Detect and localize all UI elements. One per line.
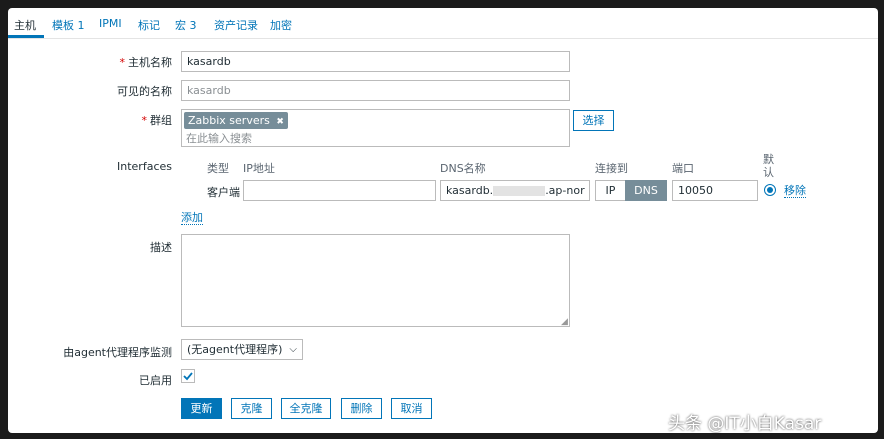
clone-button[interactable]: 克隆 xyxy=(231,398,272,419)
cancel-button[interactable]: 取消 xyxy=(391,398,432,419)
iface-ip-input[interactable] xyxy=(243,180,436,201)
iface-dns-input[interactable]: kasardb. .ap-nor xyxy=(440,180,590,201)
iface-add-link[interactable]: 添加 xyxy=(181,211,203,225)
groups-search-placeholder[interactable]: 在此输入搜索 xyxy=(186,130,252,146)
iface-header-port: 端口 xyxy=(672,162,694,175)
watermark: 头条 @IT小白Kasar xyxy=(668,414,822,434)
proxy-label: 由agent代理程序监测 xyxy=(63,346,172,359)
tab-host[interactable]: 主机 xyxy=(14,17,36,33)
connect-ip-toggle[interactable]: IP xyxy=(595,180,626,201)
delete-button[interactable]: 删除 xyxy=(341,398,382,419)
radio-dot-icon xyxy=(767,187,773,193)
tab-macros[interactable]: 宏 3 xyxy=(175,17,197,33)
iface-remove-link[interactable]: 移除 xyxy=(784,184,806,198)
interfaces-label: Interfaces xyxy=(117,160,172,173)
proxy-select[interactable]: (无agent代理程序) ⌵ xyxy=(181,339,303,360)
required-mark: * xyxy=(119,56,126,69)
tab-bar: 主机 模板 1 IPMI 标记 宏 3 资产记录 加密 xyxy=(8,8,878,39)
description-textarea[interactable] xyxy=(181,234,570,327)
tab-ipmi[interactable]: IPMI xyxy=(99,17,122,30)
connect-dns-toggle[interactable]: DNS xyxy=(625,180,667,201)
iface-header-connect: 连接到 xyxy=(595,162,628,175)
host-edit-panel: 主机 模板 1 IPMI 标记 宏 3 资产记录 加密 * 主机名称 kasard… xyxy=(8,8,878,433)
tab-tags[interactable]: 标记 xyxy=(138,17,160,33)
iface-header-type: 类型 xyxy=(207,162,229,175)
groups-label: * 群组 xyxy=(141,114,173,127)
active-tab-indicator xyxy=(8,35,44,38)
default-radio[interactable] xyxy=(764,184,776,196)
redacted-blur xyxy=(493,186,546,196)
check-icon xyxy=(183,372,193,381)
iface-header-dns: DNS名称 xyxy=(440,162,486,175)
groups-select-button[interactable]: 选择 xyxy=(573,110,614,131)
host-name-label: * 主机名称 xyxy=(119,56,173,69)
enabled-checkbox[interactable] xyxy=(181,369,195,383)
iface-type: 客户端 xyxy=(207,186,240,199)
visible-name-label: 可见的名称 xyxy=(117,85,172,98)
full-clone-button[interactable]: 全克隆 xyxy=(281,398,331,419)
host-name-input[interactable]: kasardb xyxy=(181,51,570,72)
chevron-down-icon: ⌵ xyxy=(289,344,297,355)
enabled-label: 已启用 xyxy=(139,374,172,387)
tab-encryption[interactable]: 加密 xyxy=(270,17,292,33)
visible-name-input[interactable]: kasardb xyxy=(181,80,570,101)
group-tag-zabbix-servers: Zabbix servers ✖ xyxy=(184,112,288,129)
iface-header-default: 默认 xyxy=(763,153,774,179)
update-button[interactable]: 更新 xyxy=(181,398,222,419)
tab-templates[interactable]: 模板 1 xyxy=(52,17,85,33)
resize-handle-icon[interactable]: ◢ xyxy=(561,318,568,327)
iface-header-ip: IP地址 xyxy=(243,162,275,175)
description-label: 描述 xyxy=(150,241,172,254)
tab-inventory[interactable]: 资产记录 xyxy=(214,17,258,33)
remove-tag-icon[interactable]: ✖ xyxy=(276,117,284,127)
iface-port-input[interactable]: 10050 xyxy=(672,180,758,201)
